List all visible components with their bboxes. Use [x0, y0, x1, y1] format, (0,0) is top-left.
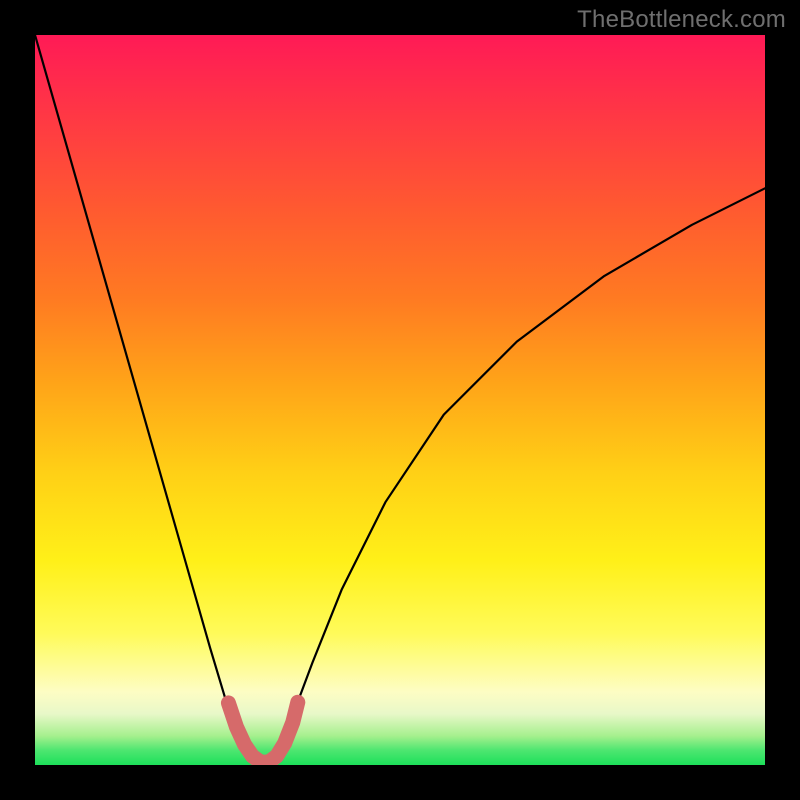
curve-svg [35, 35, 765, 765]
watermark-text: TheBottleneck.com [577, 6, 786, 34]
chart-stage: TheBottleneck.com [0, 0, 800, 800]
bottom-marker-curve [228, 702, 297, 762]
main-curve [35, 35, 765, 763]
plot-area [35, 35, 765, 765]
